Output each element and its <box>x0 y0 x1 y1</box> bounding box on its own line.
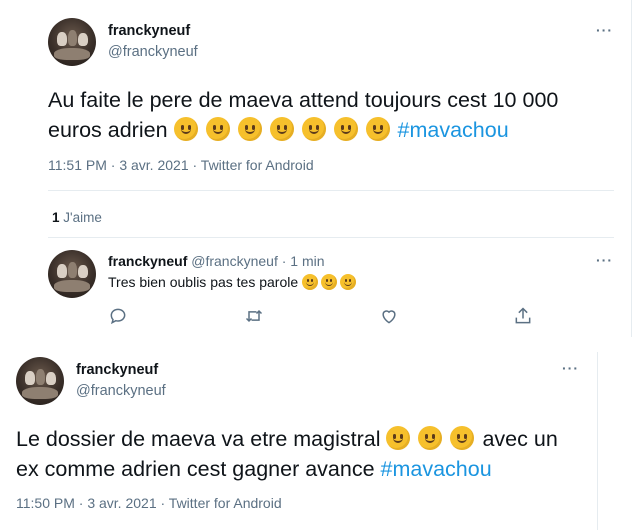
reply-avatar[interactable] <box>48 250 96 298</box>
avatar[interactable] <box>48 18 96 66</box>
smiley-emoji-icon <box>333 117 358 141</box>
smiley-emoji-icon <box>205 117 230 141</box>
tweet-thread-panel: franckyneuf @franckyneuf ··· Au faite le… <box>0 0 632 337</box>
divider <box>48 190 614 191</box>
more-icon[interactable]: ··· <box>562 360 579 376</box>
likes-label: J'aime <box>63 210 102 225</box>
divider <box>48 237 614 238</box>
smiley-emoji-icon <box>321 274 338 290</box>
retweet-icon <box>245 309 263 323</box>
avatar[interactable] <box>16 357 64 405</box>
smiley-emoji-icon <box>340 274 357 290</box>
smiley-emoji-icon <box>269 117 294 141</box>
likes-number: 1 <box>52 210 60 225</box>
emoji-group <box>302 274 359 290</box>
smiley-emoji-icon <box>173 117 198 141</box>
reply-handle-time[interactable]: @franckyneuf · 1 min <box>191 253 324 269</box>
tweet-text-body: Le dossier de maeva va etre magistral <box>16 427 381 451</box>
reply-icon <box>110 308 126 325</box>
smiley-emoji-icon <box>386 426 411 450</box>
smiley-emoji-icon <box>302 274 319 290</box>
retweet-button[interactable] <box>244 306 264 326</box>
tweet-text: Au faite le pere de maeva attend toujour… <box>48 85 618 145</box>
author-name[interactable]: franckyneuf <box>76 362 158 378</box>
author-name[interactable]: franckyneuf <box>108 23 190 39</box>
hashtag-link[interactable]: #mavachou <box>398 118 509 142</box>
reply-text: Tres bien oublis pas tes parole <box>108 274 359 290</box>
reply-more-icon[interactable]: ··· <box>596 252 613 268</box>
hashtag-link[interactable]: #mavachou <box>381 457 492 481</box>
tweet-text: Le dossier de maeva va etre magistral av… <box>16 424 586 484</box>
reply-author[interactable]: franckyneuf @franckyneuf · 1 min <box>108 253 325 269</box>
emoji-group <box>173 117 398 142</box>
tweet-timestamp[interactable]: 11:51 PM · 3 avr. 2021 · Twitter for And… <box>48 157 314 173</box>
reply-text-body: Tres bien oublis pas tes parole <box>108 274 299 290</box>
smiley-emoji-icon <box>450 426 475 450</box>
tweet-timestamp[interactable]: 11:50 PM · 3 avr. 2021 · Twitter for And… <box>16 495 282 511</box>
reply-author-name[interactable]: franckyneuf <box>108 253 187 269</box>
tweet-panel: franckyneuf @franckyneuf ··· Le dossier … <box>0 352 598 530</box>
more-icon[interactable]: ··· <box>596 22 613 38</box>
share-button[interactable] <box>513 306 533 326</box>
smiley-emoji-icon <box>418 426 443 450</box>
like-button[interactable] <box>379 306 399 326</box>
smiley-emoji-icon <box>237 117 262 141</box>
likes-count[interactable]: 1 J'aime <box>52 210 102 225</box>
author-handle[interactable]: @franckyneuf <box>76 383 166 399</box>
reply-button[interactable] <box>108 306 128 326</box>
emoji-group <box>386 426 482 451</box>
smiley-emoji-icon <box>365 117 390 141</box>
author-handle[interactable]: @franckyneuf <box>108 44 198 60</box>
smiley-emoji-icon <box>301 117 326 141</box>
share-icon <box>515 307 531 324</box>
heart-icon <box>382 310 396 324</box>
